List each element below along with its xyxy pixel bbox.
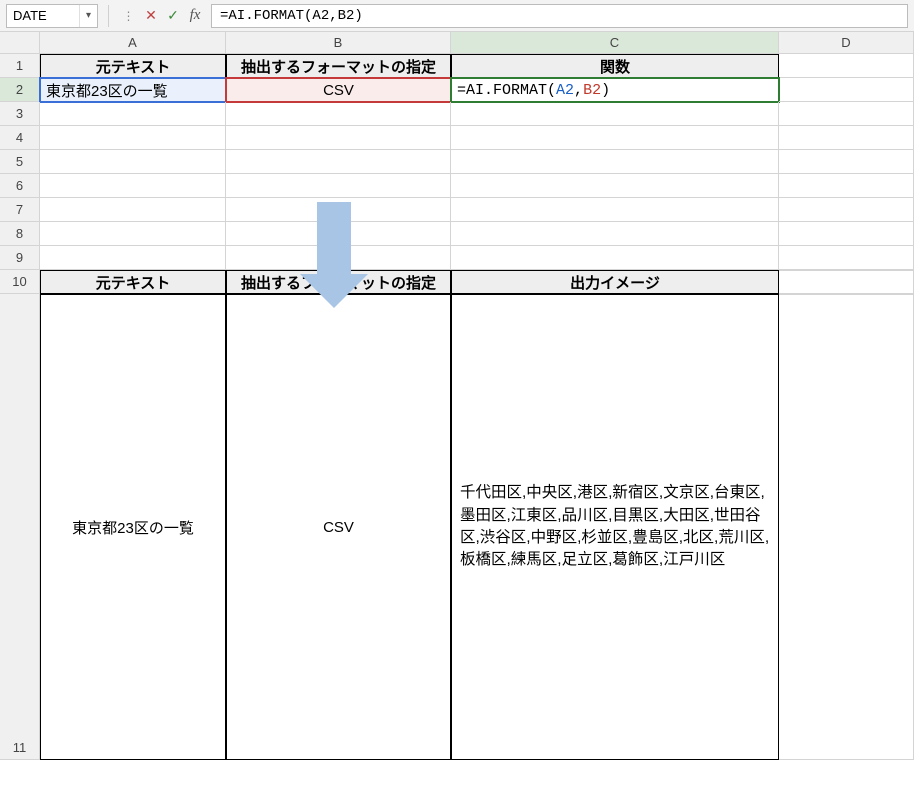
cell-C11[interactable]: 千代田区,中央区,港区,新宿区,文京区,台東区,墨田区,江東区,品川区,目黒区,… — [451, 294, 779, 760]
cell-A7[interactable] — [40, 198, 226, 222]
formula-bar-buttons: ⋮ ✕ ✓ fx — [119, 5, 205, 27]
fx-icon[interactable]: fx — [185, 5, 205, 27]
cell-B5[interactable] — [226, 150, 451, 174]
cell-D3[interactable] — [779, 102, 914, 126]
cell-D8[interactable] — [779, 222, 914, 246]
row-header-9[interactable]: 9 — [0, 246, 40, 270]
row-header-2[interactable]: 2 — [0, 78, 40, 102]
cell-A3[interactable] — [40, 102, 226, 126]
cell-D5[interactable] — [779, 150, 914, 174]
cell-D6[interactable] — [779, 174, 914, 198]
cell-C4[interactable] — [451, 126, 779, 150]
cell-C2-editing[interactable]: =AI.FORMAT(A2,B2) — [451, 78, 779, 102]
formula-arg-B2: B2 — [583, 82, 601, 99]
cell-C3[interactable] — [451, 102, 779, 126]
formula-input[interactable]: =AI.FORMAT(A2,B2) — [211, 4, 908, 28]
cell-D1[interactable] — [779, 54, 914, 78]
cell-A11[interactable]: 東京都23区の一覧 — [40, 294, 226, 760]
cell-D4[interactable] — [779, 126, 914, 150]
cell-B2[interactable]: CSV — [226, 78, 451, 102]
row-header-10[interactable]: 10 — [0, 270, 40, 294]
formula-sep: , — [574, 82, 583, 99]
table2-header-C[interactable]: 出力イメージ — [451, 270, 779, 294]
row-1: 1 元テキスト 抽出するフォーマットの指定 関数 — [0, 54, 914, 78]
name-box[interactable]: DATE — [7, 8, 79, 23]
formula-arg-A2: A2 — [556, 82, 574, 99]
spreadsheet-grid: A B C D 1 元テキスト 抽出するフォーマットの指定 関数 2 東京都23… — [0, 32, 914, 806]
row-header-3[interactable]: 3 — [0, 102, 40, 126]
formula-suffix: ) — [601, 82, 610, 99]
cell-C5[interactable] — [451, 150, 779, 174]
row-header-7[interactable]: 7 — [0, 198, 40, 222]
formula-prefix: =AI.FORMAT( — [457, 82, 556, 99]
table1-header-A[interactable]: 元テキスト — [40, 54, 226, 78]
formula-bar-expand-icon[interactable]: ⋮ — [119, 5, 139, 27]
row-header-1[interactable]: 1 — [0, 54, 40, 78]
cell-B3[interactable] — [226, 102, 451, 126]
divider — [108, 5, 109, 27]
row-10: 10 元テキスト 抽出するフォーマットの指定 出力イメージ — [0, 270, 914, 294]
cell-D2[interactable] — [779, 78, 914, 102]
cancel-icon[interactable]: ✕ — [141, 5, 161, 27]
cell-C7[interactable] — [451, 198, 779, 222]
cell-B7[interactable] — [226, 198, 451, 222]
row-9: 9 — [0, 246, 914, 270]
table1-header-C[interactable]: 関数 — [451, 54, 779, 78]
cell-A5[interactable] — [40, 150, 226, 174]
row-header-5[interactable]: 5 — [0, 150, 40, 174]
col-header-A[interactable]: A — [40, 32, 226, 53]
cell-B4[interactable] — [226, 126, 451, 150]
enter-icon[interactable]: ✓ — [163, 5, 183, 27]
name-box-container[interactable]: DATE ▾ — [6, 4, 98, 28]
row-header-8[interactable]: 8 — [0, 222, 40, 246]
cell-C9[interactable] — [451, 246, 779, 270]
cell-D10[interactable] — [779, 270, 914, 294]
row-header-11[interactable]: 11 — [0, 294, 40, 760]
row-3: 3 — [0, 102, 914, 126]
row-7: 7 — [0, 198, 914, 222]
col-header-D[interactable]: D — [779, 32, 914, 53]
formula-bar: DATE ▾ ⋮ ✕ ✓ fx =AI.FORMAT(A2,B2) — [0, 0, 914, 32]
table1-header-B[interactable]: 抽出するフォーマットの指定 — [226, 54, 451, 78]
col-header-B[interactable]: B — [226, 32, 451, 53]
cell-D9[interactable] — [779, 246, 914, 270]
cell-A9[interactable] — [40, 246, 226, 270]
column-headers: A B C D — [40, 32, 914, 54]
cell-A6[interactable] — [40, 174, 226, 198]
table2-header-A[interactable]: 元テキスト — [40, 270, 226, 294]
cell-B6[interactable] — [226, 174, 451, 198]
select-all-corner[interactable] — [0, 32, 40, 54]
cell-B8[interactable] — [226, 222, 451, 246]
cell-A2[interactable]: 東京都23区の一覧 — [40, 78, 226, 102]
cell-D11[interactable] — [779, 294, 914, 760]
col-header-C[interactable]: C — [451, 32, 779, 53]
row-header-6[interactable]: 6 — [0, 174, 40, 198]
row-2: 2 東京都23区の一覧 CSV =AI.FORMAT(A2,B2) — [0, 78, 914, 102]
chevron-down-icon: ▾ — [86, 10, 91, 21]
cell-B9[interactable] — [226, 246, 451, 270]
row-6: 6 — [0, 174, 914, 198]
cell-D7[interactable] — [779, 198, 914, 222]
cell-C6[interactable] — [451, 174, 779, 198]
row-8: 8 — [0, 222, 914, 246]
row-header-4[interactable]: 4 — [0, 126, 40, 150]
cell-A4[interactable] — [40, 126, 226, 150]
cell-C8[interactable] — [451, 222, 779, 246]
cell-B11[interactable]: CSV — [226, 294, 451, 760]
row-4: 4 — [0, 126, 914, 150]
row-11: 11 東京都23区の一覧 CSV 千代田区,中央区,港区,新宿区,文京区,台東区… — [0, 294, 914, 760]
cell-A8[interactable] — [40, 222, 226, 246]
table2-header-B[interactable]: 抽出するフォーマットの指定 — [226, 270, 451, 294]
name-box-dropdown[interactable]: ▾ — [79, 5, 97, 27]
row-5: 5 — [0, 150, 914, 174]
